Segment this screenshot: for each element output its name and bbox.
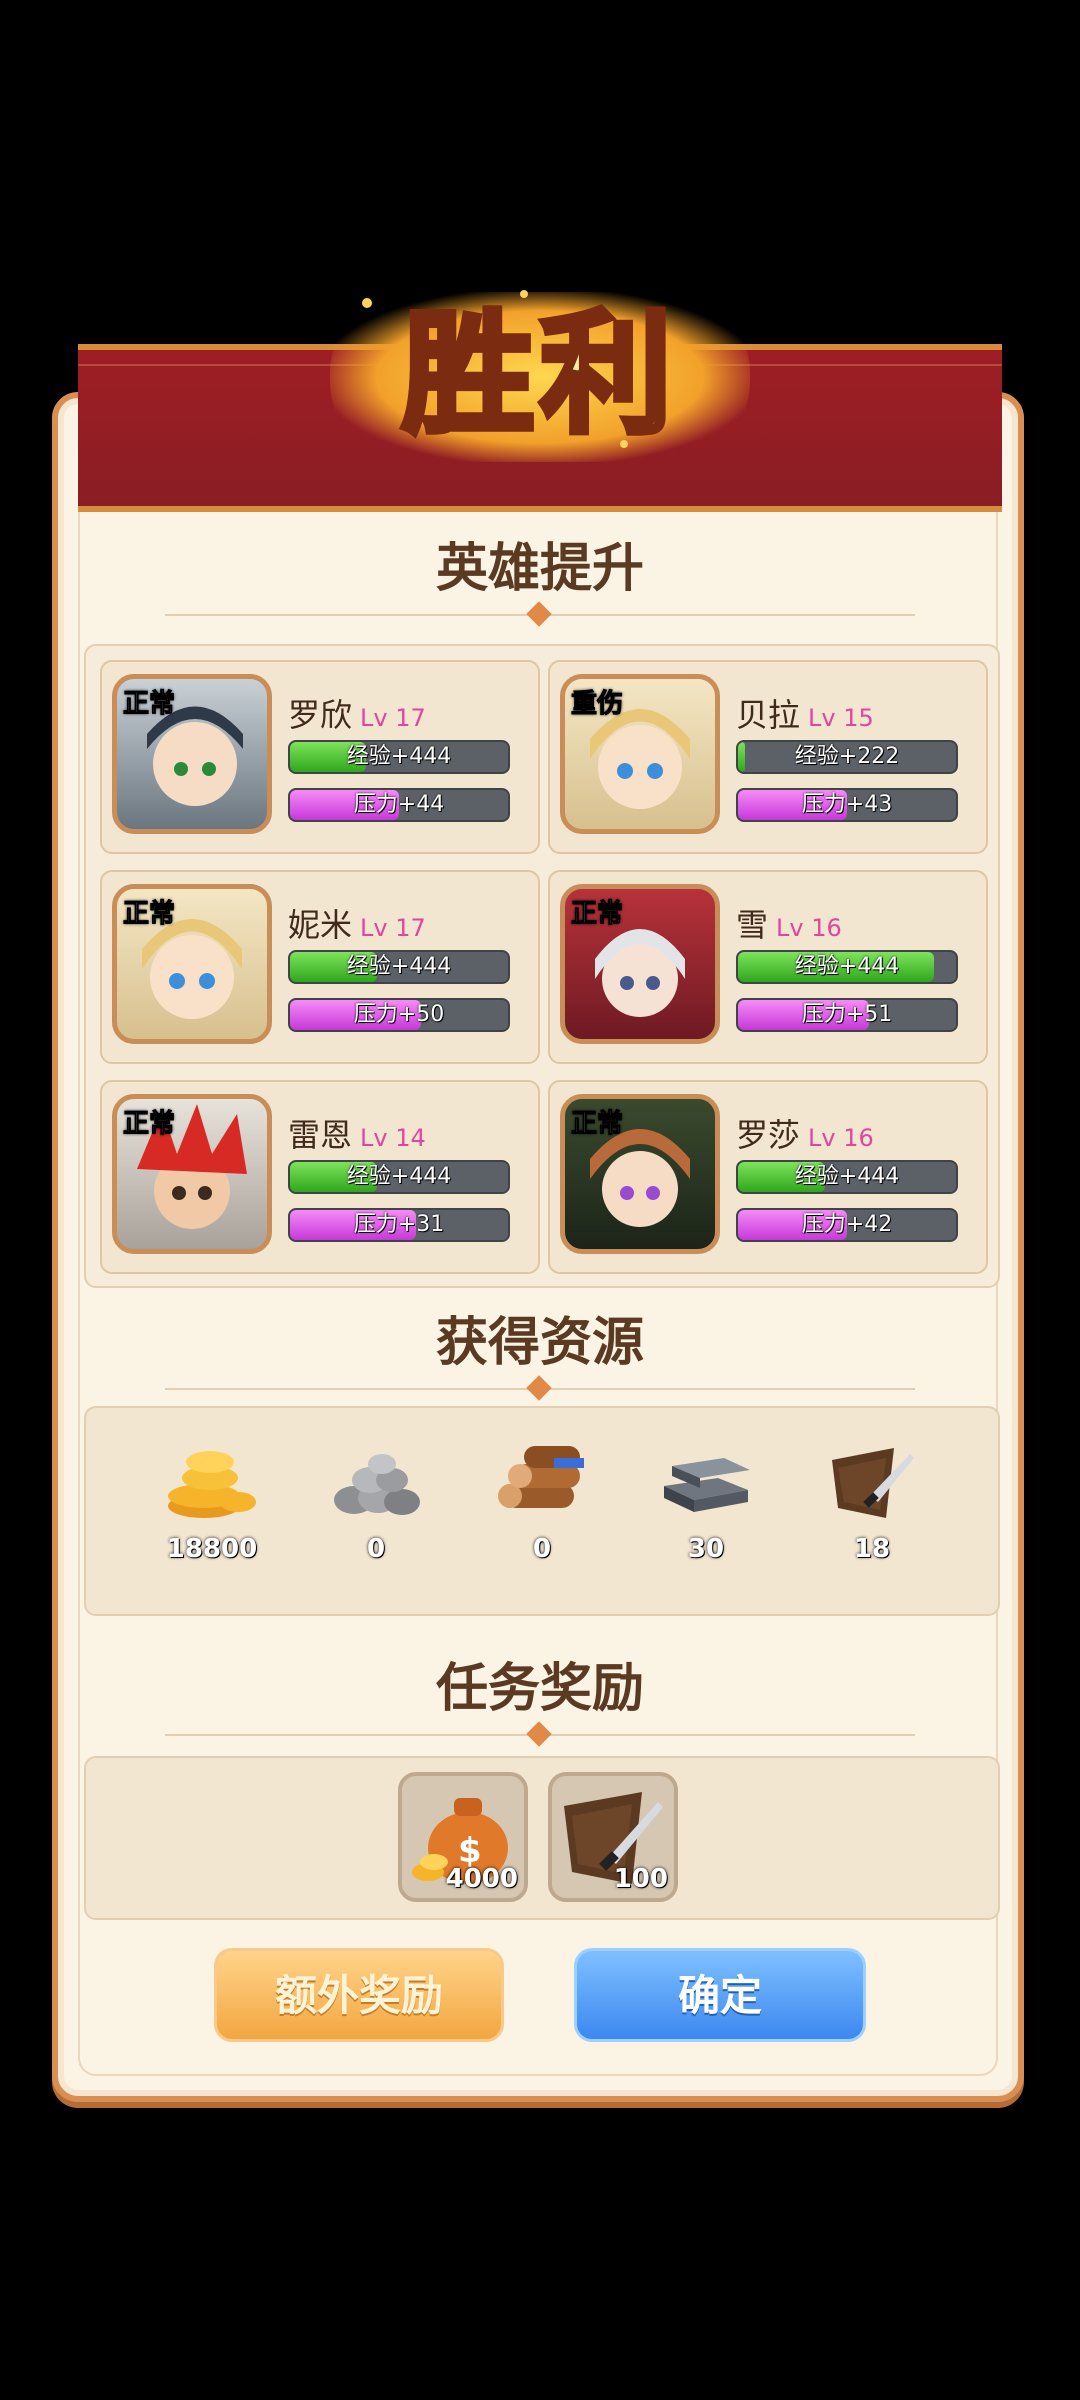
victory-title: 胜利: [399, 294, 678, 455]
stress-gain: 压力+43: [801, 792, 893, 817]
hero-level: Lv 14: [360, 1124, 426, 1152]
hero-card[interactable]: 正常 雷恩 Lv 14 经验+444 压力+31: [100, 1080, 540, 1274]
hero-portrait: 正常: [112, 1094, 272, 1254]
stress-bar: 压力+51: [736, 998, 958, 1032]
hero-portrait: 重伤: [560, 674, 720, 834]
hero-card[interactable]: 正常 雪 Lv 16 经验+444 压力+51: [548, 870, 988, 1064]
hero-card[interactable]: 正常 罗莎 Lv 16 经验+444 压力+42: [548, 1080, 988, 1274]
exp-bar: 经验+444: [288, 1160, 510, 1194]
resource-value: 0: [366, 1534, 386, 1564]
resource-value: 30: [687, 1534, 725, 1564]
hero-level: Lv 16: [808, 1124, 874, 1152]
section-title-heroes: 英雄提升: [435, 539, 644, 599]
status-badge: 重伤: [570, 689, 624, 720]
exp-gain: 经验+222: [794, 744, 900, 769]
stress-gain: 压力+51: [801, 1002, 893, 1027]
status-badge: 正常: [122, 1109, 176, 1140]
reward-item[interactable]: $ 4000: [398, 1772, 528, 1902]
hero-name: 罗莎: [736, 1116, 801, 1154]
hero-portrait: 正常: [560, 1094, 720, 1254]
hero-card[interactable]: 正常 罗欣 Lv 17 经验+444 压力+44: [100, 660, 540, 854]
sparkle-icon: [520, 290, 528, 298]
stone-icon: [328, 1438, 424, 1524]
sparkle-icon: [620, 440, 628, 448]
hero-card[interactable]: 重伤 贝拉 Lv 15 经验+222 压力+43: [548, 660, 988, 854]
hero-level: Lv 17: [360, 914, 426, 942]
hero-name: 雪: [736, 906, 769, 944]
resource-stone: 0: [316, 1438, 436, 1564]
reward-quantity: 4000: [445, 1864, 518, 1894]
hero-level: Lv 16: [776, 914, 842, 942]
stress-bar: 压力+50: [288, 998, 510, 1032]
leather-icon: [824, 1438, 920, 1524]
reward-item[interactable]: 100: [548, 1772, 678, 1902]
stress-gain: 压力+31: [353, 1212, 445, 1237]
exp-gain: 经验+444: [794, 954, 900, 979]
stress-bar: 压力+44: [288, 788, 510, 822]
resource-wood: 0: [482, 1438, 602, 1564]
hero-list: 正常 罗欣 Lv 17 经验+444 压力+44 重伤 贝拉 Lv 15 经验+22…: [84, 644, 1000, 1288]
wood-icon: [494, 1438, 590, 1524]
stress-bar: 压力+42: [736, 1208, 958, 1242]
status-badge: 正常: [122, 899, 176, 930]
exp-gain: 经验+444: [346, 1164, 452, 1189]
confirm-button[interactable]: 确定: [574, 1948, 866, 2042]
exp-bar: 经验+444: [288, 950, 510, 984]
stress-gain: 压力+44: [353, 792, 445, 817]
exp-bar: 经验+444: [288, 740, 510, 774]
extra-reward-button[interactable]: 额外奖励: [214, 1948, 504, 2042]
resource-value: 0: [532, 1534, 552, 1564]
resource-list: 18800 0 0 30 18: [84, 1406, 1000, 1616]
hero-name: 罗欣: [288, 696, 353, 734]
exp-gain: 经验+444: [346, 744, 452, 769]
hero-name: 雷恩: [288, 1116, 353, 1154]
exp-gain: 经验+444: [346, 954, 452, 979]
resource-leather: 18: [812, 1438, 932, 1564]
section-title-resources: 获得资源: [435, 1313, 644, 1373]
stress-gain: 压力+42: [801, 1212, 893, 1237]
stress-gain: 压力+50: [353, 1002, 445, 1027]
exp-bar: 经验+444: [736, 950, 958, 984]
gold-coins-icon: [164, 1438, 260, 1524]
hero-level: Lv 17: [360, 704, 426, 732]
hero-name: 妮米: [288, 906, 353, 944]
resource-iron: 30: [646, 1438, 766, 1564]
exp-gain: 经验+444: [794, 1164, 900, 1189]
status-badge: 正常: [122, 689, 176, 720]
hero-portrait: 正常: [112, 674, 272, 834]
stress-bar: 压力+43: [736, 788, 958, 822]
sparkle-icon: [362, 298, 372, 308]
reward-quantity: 100: [613, 1864, 668, 1894]
hero-portrait: 正常: [560, 884, 720, 1044]
hero-portrait: 正常: [112, 884, 272, 1044]
resource-value: 18: [853, 1534, 891, 1564]
section-title-rewards: 任务奖励: [435, 1659, 644, 1719]
hero-name: 贝拉: [736, 696, 801, 734]
exp-bar: 经验+222: [736, 740, 958, 774]
exp-bar: 经验+444: [736, 1160, 958, 1194]
reward-list: $ 4000 100: [84, 1756, 1000, 1920]
status-badge: 正常: [570, 899, 624, 930]
resource-value: 18800: [166, 1534, 258, 1564]
stress-bar: 压力+31: [288, 1208, 510, 1242]
status-badge: 正常: [570, 1109, 624, 1140]
hero-level: Lv 15: [808, 704, 874, 732]
hero-card[interactable]: 正常 妮米 Lv 17 经验+444 压力+50: [100, 870, 540, 1064]
iron-icon: [658, 1438, 754, 1524]
resource-gold: 18800: [152, 1438, 272, 1564]
